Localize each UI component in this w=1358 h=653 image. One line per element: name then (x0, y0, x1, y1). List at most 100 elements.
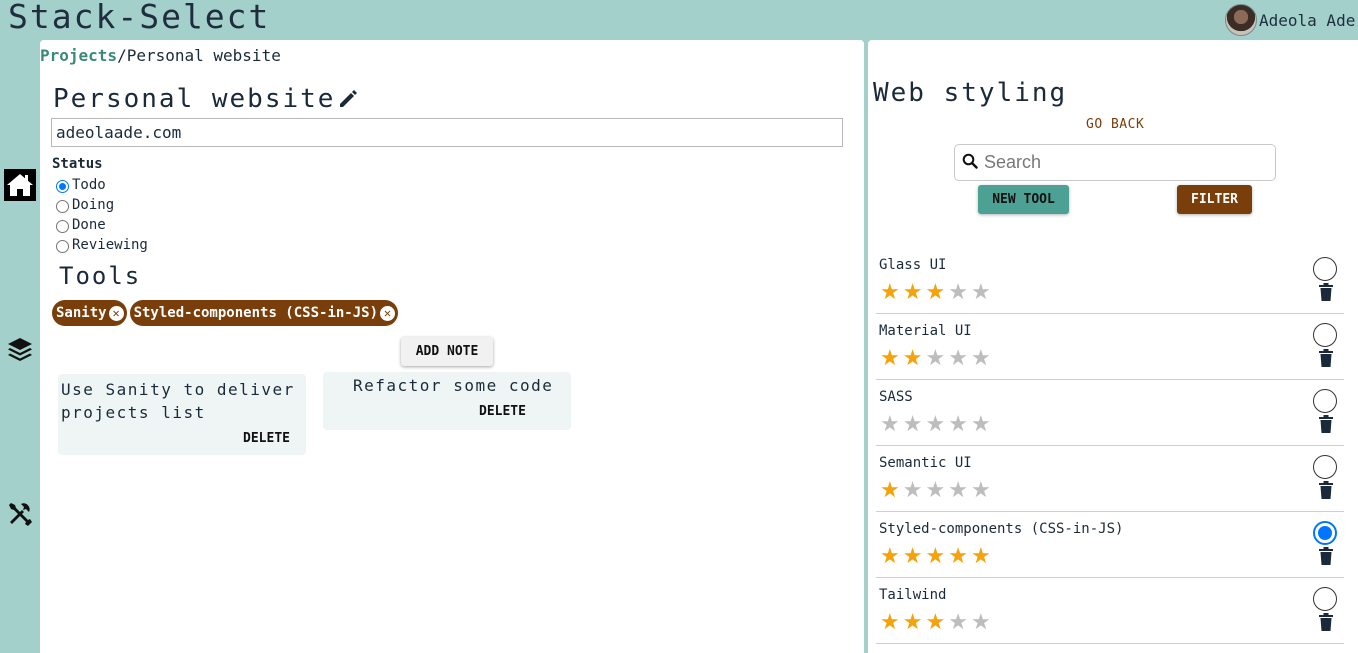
home-icon[interactable] (4, 169, 36, 201)
tool-select-radio[interactable] (1313, 587, 1337, 611)
new-tool-button[interactable]: NEW TOOL (978, 185, 1069, 214)
breadcrumb-separator: / (117, 46, 127, 65)
trash-icon[interactable] (1319, 481, 1333, 503)
search-box[interactable] (954, 144, 1276, 181)
status-radio-done[interactable] (56, 220, 69, 233)
tools-icon[interactable] (4, 498, 36, 530)
status-option-doing[interactable]: Doing (56, 195, 148, 215)
tool-row[interactable]: Styled-components (CSS-in-JS) ★ ★ ★ ★ ★ (876, 512, 1344, 578)
add-note-button[interactable]: ADD NOTE (401, 337, 493, 366)
avatar[interactable] (1225, 4, 1257, 36)
status-option-done[interactable]: Done (56, 215, 148, 235)
pencil-icon[interactable] (337, 88, 359, 110)
star-icon[interactable]: ★ (925, 282, 945, 304)
tool-select-radio[interactable] (1313, 521, 1337, 545)
star-icon[interactable]: ★ (948, 414, 968, 436)
tool-category-panel: Web styling GO BACK NEW TOOL FILTER Glas… (868, 40, 1358, 653)
star-icon[interactable]: ★ (948, 480, 968, 502)
status-radio-doing[interactable] (56, 200, 69, 213)
star-icon[interactable]: ★ (880, 282, 900, 304)
status-option-label: Done (72, 217, 106, 233)
star-icon[interactable]: ★ (925, 480, 945, 502)
breadcrumb: Projects/Personal website (40, 46, 281, 65)
star-icon[interactable]: ★ (880, 546, 900, 568)
tool-list: Glass UI ★ ★ ★ ★ ★ Material UI ★ ★ ★ ★ ★ SASS ★ ★ ★ ★ ★ Se… (876, 248, 1344, 644)
tool-name: SASS (879, 389, 913, 405)
tool-row[interactable]: SASS ★ ★ ★ ★ ★ (876, 380, 1344, 446)
tool-name: Semantic UI (879, 455, 972, 471)
star-icon[interactable]: ★ (903, 414, 923, 436)
close-icon[interactable]: ✕ (380, 305, 396, 321)
tool-name: Styled-components (CSS-in-JS) (879, 521, 1124, 537)
trash-icon[interactable] (1319, 283, 1333, 305)
tool-select-radio[interactable] (1313, 389, 1337, 413)
tool-row[interactable]: Material UI ★ ★ ★ ★ ★ (876, 314, 1344, 380)
tool-row[interactable]: Semantic UI ★ ★ ★ ★ ★ (876, 446, 1344, 512)
tool-row[interactable]: Tailwind ★ ★ ★ ★ ★ (876, 578, 1344, 644)
star-icon[interactable]: ★ (925, 546, 945, 568)
status-radio-reviewing[interactable] (56, 240, 69, 253)
star-rating[interactable]: ★ ★ ★ ★ ★ (880, 612, 991, 634)
star-icon[interactable]: ★ (903, 348, 923, 370)
tool-chip-sanity[interactable]: Sanity ✕ (52, 300, 127, 326)
star-rating[interactable]: ★ ★ ★ ★ ★ (880, 414, 991, 436)
star-icon[interactable]: ★ (880, 348, 900, 370)
star-icon[interactable]: ★ (971, 348, 991, 370)
trash-icon[interactable] (1319, 415, 1333, 437)
status-option-label: Doing (72, 197, 115, 213)
star-icon[interactable]: ★ (971, 282, 991, 304)
star-rating[interactable]: ★ ★ ★ ★ ★ (880, 348, 991, 370)
star-icon[interactable]: ★ (903, 612, 923, 634)
filter-button[interactable]: FILTER (1177, 185, 1252, 214)
star-icon[interactable]: ★ (925, 612, 945, 634)
tool-chip-styled-components[interactable]: Styled-components (CSS-in-JS) ✕ (129, 300, 399, 326)
star-rating[interactable]: ★ ★ ★ ★ ★ (880, 282, 991, 304)
trash-icon[interactable] (1319, 613, 1333, 635)
note-delete-button[interactable]: DELETE (243, 431, 290, 446)
star-icon[interactable]: ★ (880, 480, 900, 502)
star-icon[interactable]: ★ (971, 480, 991, 502)
search-icon (962, 153, 978, 173)
note-text: Refactor some code (353, 376, 554, 395)
status-radio-group: Todo Doing Done Reviewing (56, 175, 148, 255)
go-back-link[interactable]: GO BACK (1086, 117, 1144, 132)
star-icon[interactable]: ★ (971, 546, 991, 568)
tool-select-radio[interactable] (1313, 323, 1337, 347)
tool-name: Material UI (879, 323, 972, 339)
star-icon[interactable]: ★ (948, 546, 968, 568)
tool-row[interactable]: Glass UI ★ ★ ★ ★ ★ (876, 248, 1344, 314)
star-icon[interactable]: ★ (925, 348, 945, 370)
tool-chip-label: Sanity (56, 305, 107, 321)
tool-chip-list: Sanity ✕ Styled-components (CSS-in-JS) ✕ (52, 300, 399, 326)
star-icon[interactable]: ★ (971, 612, 991, 634)
breadcrumb-projects-link[interactable]: Projects (40, 46, 117, 65)
star-icon[interactable]: ★ (948, 612, 968, 634)
star-icon[interactable]: ★ (971, 414, 991, 436)
trash-icon[interactable] (1319, 547, 1333, 569)
note-text: Use Sanity to deliver projects list (61, 380, 295, 422)
search-input[interactable] (984, 152, 1264, 173)
star-icon[interactable]: ★ (880, 414, 900, 436)
close-icon[interactable]: ✕ (108, 305, 124, 321)
trash-icon[interactable] (1319, 349, 1333, 371)
star-icon[interactable]: ★ (903, 546, 923, 568)
note-delete-button[interactable]: DELETE (479, 404, 526, 419)
status-option-label: Todo (72, 177, 106, 193)
star-icon[interactable]: ★ (948, 282, 968, 304)
status-option-reviewing[interactable]: Reviewing (56, 235, 148, 255)
star-rating[interactable]: ★ ★ ★ ★ ★ (880, 480, 991, 502)
status-option-todo[interactable]: Todo (56, 175, 148, 195)
note-card: Use Sanity to deliver projects list DELE… (58, 374, 306, 455)
layers-icon[interactable] (4, 333, 36, 365)
user-menu[interactable]: Adeola Ade (1225, 4, 1355, 36)
star-rating[interactable]: ★ ★ ★ ★ ★ (880, 546, 991, 568)
project-url-input[interactable] (51, 118, 843, 147)
tool-select-radio[interactable] (1313, 257, 1337, 281)
tool-select-radio[interactable] (1313, 455, 1337, 479)
star-icon[interactable]: ★ (925, 414, 945, 436)
star-icon[interactable]: ★ (903, 282, 923, 304)
star-icon[interactable]: ★ (903, 480, 923, 502)
status-radio-todo[interactable] (56, 180, 69, 193)
star-icon[interactable]: ★ (948, 348, 968, 370)
star-icon[interactable]: ★ (880, 612, 900, 634)
